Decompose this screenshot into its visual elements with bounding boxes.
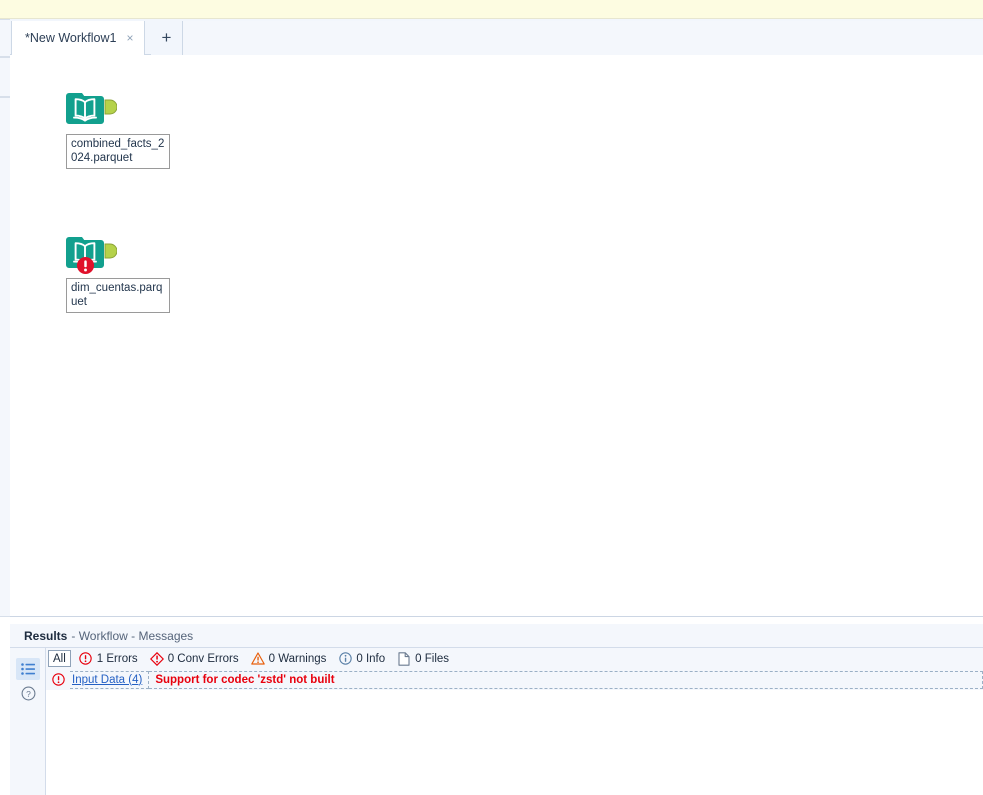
message-list-empty-area bbox=[46, 690, 983, 795]
close-icon[interactable]: × bbox=[124, 31, 135, 45]
list-view-icon bbox=[21, 663, 35, 675]
left-rail-segment bbox=[0, 57, 10, 97]
results-panel: Results - Workflow - Messages ? All 1 Er… bbox=[10, 624, 983, 795]
file-icon bbox=[397, 651, 411, 666]
left-rail bbox=[0, 19, 10, 795]
canvas-node-input-data-2[interactable]: dim_cuentas.parquet bbox=[66, 232, 170, 313]
new-tab-button[interactable]: + bbox=[151, 21, 183, 55]
node-label[interactable]: combined_facts_2024.parquet bbox=[66, 134, 170, 169]
filter-warnings-label: 0 Warnings bbox=[268, 652, 327, 665]
results-subtitle: - Workflow - Messages bbox=[71, 628, 194, 643]
message-tool-link[interactable]: Input Data (4) bbox=[70, 670, 150, 689]
filter-errors[interactable]: 1 Errors bbox=[79, 652, 138, 666]
top-notice-bar bbox=[0, 0, 983, 19]
results-title: Results bbox=[24, 628, 68, 643]
list-view-button[interactable] bbox=[16, 658, 40, 680]
error-badge-icon[interactable] bbox=[76, 256, 95, 275]
node-label[interactable]: dim_cuentas.parquet bbox=[66, 278, 170, 313]
filter-files-label: 0 Files bbox=[415, 652, 450, 665]
filter-info-label: 0 Info bbox=[356, 652, 386, 665]
input-data-icon bbox=[66, 93, 104, 124]
results-header: Results - Workflow - Messages bbox=[10, 624, 983, 648]
message-row[interactable]: Input Data (4) Support for codec 'zstd' … bbox=[46, 669, 983, 690]
workflow-tab-strip: *New Workflow1 × + bbox=[10, 19, 983, 55]
warning-icon bbox=[250, 652, 265, 666]
left-rail-segment bbox=[0, 19, 10, 57]
tab-new-workflow1[interactable]: *New Workflow1 × bbox=[11, 21, 146, 55]
conv-error-icon bbox=[149, 651, 164, 666]
node-icon-wrap bbox=[66, 232, 122, 276]
left-rail-segment bbox=[0, 97, 10, 617]
filter-all-button[interactable]: All bbox=[48, 650, 71, 667]
filter-conv-errors-label: 0 Conv Errors bbox=[167, 652, 239, 665]
filter-warnings[interactable]: 0 Warnings bbox=[250, 652, 327, 666]
results-gutter: ? bbox=[10, 648, 46, 795]
message-text: Support for codec 'zstd' not built bbox=[149, 670, 983, 689]
output-anchor-icon[interactable] bbox=[103, 243, 117, 259]
message-filter-bar: All 1 Errors 0 Conv Errors 0 Warnings 0 … bbox=[46, 648, 983, 669]
results-body: All 1 Errors 0 Conv Errors 0 Warnings 0 … bbox=[46, 648, 983, 795]
error-icon bbox=[79, 652, 93, 666]
filter-conv-errors[interactable]: 0 Conv Errors bbox=[149, 651, 239, 666]
error-icon bbox=[46, 673, 70, 686]
help-icon: ? bbox=[21, 686, 35, 700]
info-icon bbox=[338, 652, 352, 666]
filter-files[interactable]: 0 Files bbox=[397, 651, 450, 666]
output-anchor-icon[interactable] bbox=[103, 99, 117, 115]
svg-text:?: ? bbox=[26, 689, 31, 699]
tab-strip-empty-area bbox=[183, 21, 983, 55]
tab-label: *New Workflow1 bbox=[25, 31, 117, 45]
canvas-node-input-data-1[interactable]: combined_facts_2024.parquet bbox=[66, 88, 170, 169]
filter-info[interactable]: 0 Info bbox=[338, 652, 385, 666]
node-icon-wrap bbox=[66, 88, 122, 132]
workflow-canvas[interactable]: combined_facts_2024.parquet dim_cuentas.… bbox=[10, 55, 983, 616]
help-button[interactable]: ? bbox=[16, 682, 40, 704]
filter-errors-label: 1 Errors bbox=[96, 652, 138, 665]
